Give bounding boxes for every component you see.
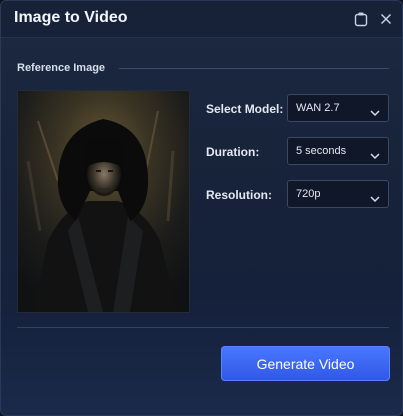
- section-divider: [119, 68, 389, 69]
- footer-divider: [17, 327, 389, 328]
- resolution-value: 720p: [296, 188, 321, 200]
- chevron-down-icon: [370, 147, 380, 160]
- chevron-down-icon: [370, 190, 380, 203]
- reference-image-preview[interactable]: [17, 90, 190, 313]
- clipboard-icon[interactable]: [353, 11, 369, 27]
- duration-label: Duration:: [206, 145, 260, 159]
- model-value: WAN 2.7: [296, 102, 340, 114]
- duration-value: 5 seconds: [296, 145, 347, 157]
- generate-video-button[interactable]: Generate Video: [221, 346, 390, 381]
- duration-select[interactable]: 5 seconds: [287, 137, 389, 165]
- reference-image-label: Reference Image: [17, 62, 106, 74]
- model-label: Select Model:: [206, 102, 284, 116]
- dialog-title: Image to Video: [14, 9, 128, 26]
- resolution-label: Resolution:: [206, 188, 272, 202]
- image-to-video-dialog: Image to Video Reference Image Select Mo…: [0, 0, 403, 416]
- hooded-figure-artwork: [18, 91, 189, 312]
- model-select[interactable]: WAN 2.7: [287, 94, 389, 122]
- close-icon[interactable]: [378, 11, 394, 27]
- title-bar: Image to Video: [1, 1, 402, 38]
- chevron-down-icon: [370, 104, 380, 117]
- resolution-select[interactable]: 720p: [287, 180, 389, 208]
